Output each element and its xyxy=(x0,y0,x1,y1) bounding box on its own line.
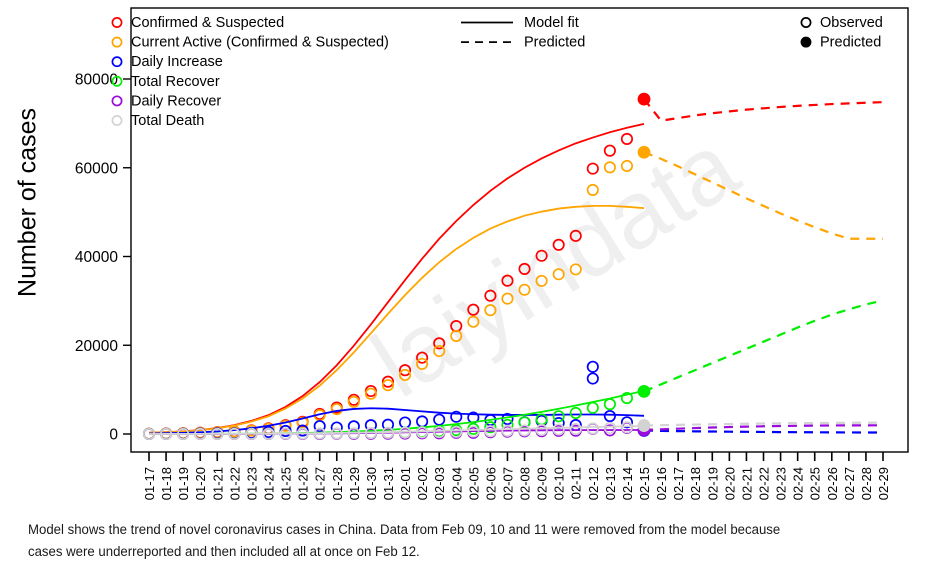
legend-label: Confirmed & Suspected xyxy=(131,15,284,31)
legend-marker xyxy=(111,95,123,107)
x-tick-label: 02-06 xyxy=(483,467,498,500)
observed-point xyxy=(586,401,599,414)
legend-marker xyxy=(111,115,123,126)
y-tick-label: 20000 xyxy=(75,338,118,355)
observed-point xyxy=(586,360,599,373)
observed-point xyxy=(586,162,599,175)
legend: Confirmed & Suspected Current Active (Con… xyxy=(111,15,883,129)
x-tick-label: 02-15 xyxy=(637,467,652,500)
caption-line-1: Model shows the trend of novel coronavir… xyxy=(28,522,781,538)
x-tick-label: 01-28 xyxy=(330,467,345,500)
x-tick-label: 02-29 xyxy=(876,467,891,500)
predicted-point xyxy=(637,419,651,432)
x-tick-label: 02-10 xyxy=(552,467,567,500)
series-2 xyxy=(142,360,884,440)
x-tick-label: 02-22 xyxy=(757,467,772,500)
legend-marker xyxy=(111,36,123,48)
x-tick-label: 02-25 xyxy=(808,467,823,500)
x-tick-label: 02-11 xyxy=(569,467,584,499)
observed-point xyxy=(569,406,582,420)
legend-marker xyxy=(111,56,123,68)
observed-point xyxy=(620,132,634,145)
chart-canvas: laiyindata 02000040000600008000001-17 01-… xyxy=(75,7,909,500)
observed-point xyxy=(416,415,429,428)
x-tick-label: 01-31 xyxy=(381,467,396,500)
predicted-point xyxy=(637,385,651,398)
predicted-line xyxy=(643,421,884,427)
x-tick-label: 02-19 xyxy=(705,467,720,500)
x-tick-label: 02-28 xyxy=(859,467,874,500)
legend-label: Daily Increase xyxy=(131,54,223,70)
x-tick-label: 02-04 xyxy=(449,467,464,500)
x-tick-label: 01-29 xyxy=(347,467,362,500)
legend-label: Total Recover xyxy=(131,74,220,90)
legend-label: Daily Recover xyxy=(131,93,221,109)
x-tick-label: 01-27 xyxy=(313,467,328,500)
watermark-text: laiyindata xyxy=(354,112,755,418)
x-tick-label: 02-18 xyxy=(688,467,703,500)
x-tick-label: 01-19 xyxy=(176,467,191,500)
observed-point xyxy=(586,422,599,435)
x-tick-label: 02-23 xyxy=(774,467,789,500)
chart-root: Number of cases laiyindata 0 20000 40000 60… xyxy=(0,0,940,573)
x-tick-label: 02-17 xyxy=(671,467,686,500)
legend-label: Current Active (Confirmed & Suspected) xyxy=(131,35,389,51)
x-tick-label: 02-05 xyxy=(466,467,481,500)
legend-label: Model fit xyxy=(524,15,579,31)
x-tick-label: 02-16 xyxy=(654,467,669,500)
x-tick-label: 01-25 xyxy=(279,467,294,500)
x-tick-label: 01-23 xyxy=(244,467,259,500)
predicted-point xyxy=(637,92,651,106)
legend-marker xyxy=(800,17,812,28)
predicted-line xyxy=(643,429,884,434)
x-tick-label: 02-24 xyxy=(791,467,806,500)
observed-point xyxy=(552,410,565,423)
x-tick-label: 02-03 xyxy=(432,467,447,500)
x-tick-label: 01-30 xyxy=(364,467,379,500)
x-tick-label: 02-01 xyxy=(398,467,413,500)
x-tick-label: 01-22 xyxy=(227,467,242,500)
x-tick-label: 01-18 xyxy=(159,467,174,500)
x-tick-label: 02-27 xyxy=(842,467,857,500)
predicted-line xyxy=(643,299,884,393)
predicted-line xyxy=(643,424,884,432)
observed-point xyxy=(603,144,616,157)
legend-marker xyxy=(111,17,123,28)
observed-point xyxy=(603,398,616,411)
outlier-point xyxy=(586,372,599,385)
legend-label: Predicted xyxy=(820,35,881,51)
x-tick-label: 02-13 xyxy=(603,467,618,500)
x-tick-label: 02-20 xyxy=(722,467,737,500)
caption-line-2: cases were underreported and then includ… xyxy=(28,544,420,560)
x-tick-label: 02-08 xyxy=(518,467,533,500)
y-tick-label: 60000 xyxy=(75,160,118,177)
x-tick-label: 01-17 xyxy=(142,467,157,500)
x-tick-label: 02-07 xyxy=(500,467,515,500)
legend-label: Observed xyxy=(820,15,883,31)
x-tick-label: 02-21 xyxy=(739,467,754,500)
x-tick-label: 02-02 xyxy=(415,467,430,500)
y-tick-label: 0 xyxy=(109,427,118,444)
watermark: laiyindata xyxy=(354,112,755,418)
observed-point xyxy=(603,409,616,423)
legend-marker xyxy=(800,36,812,48)
x-tick-label: 02-09 xyxy=(535,467,550,500)
x-tick-label: 02-26 xyxy=(825,467,840,500)
x-tick-label: 01-20 xyxy=(193,467,208,500)
x-tick-label: 01-24 xyxy=(261,467,276,500)
predicted-line xyxy=(643,98,884,122)
y-tick-label: 40000 xyxy=(75,249,118,266)
x-tick-label: 02-14 xyxy=(620,467,635,500)
x-tick-label: 01-21 xyxy=(210,467,225,500)
legend-label: Predicted xyxy=(524,35,585,51)
x-tick-label: 02-12 xyxy=(586,467,601,500)
figure-caption: Model shows the trend of novel coronavir… xyxy=(28,519,854,563)
x-tick-label: 01-26 xyxy=(296,467,311,500)
observed-point xyxy=(398,416,412,429)
predicted-point xyxy=(637,145,651,159)
legend-label: Total Death xyxy=(131,113,204,129)
observed-point xyxy=(433,413,446,426)
